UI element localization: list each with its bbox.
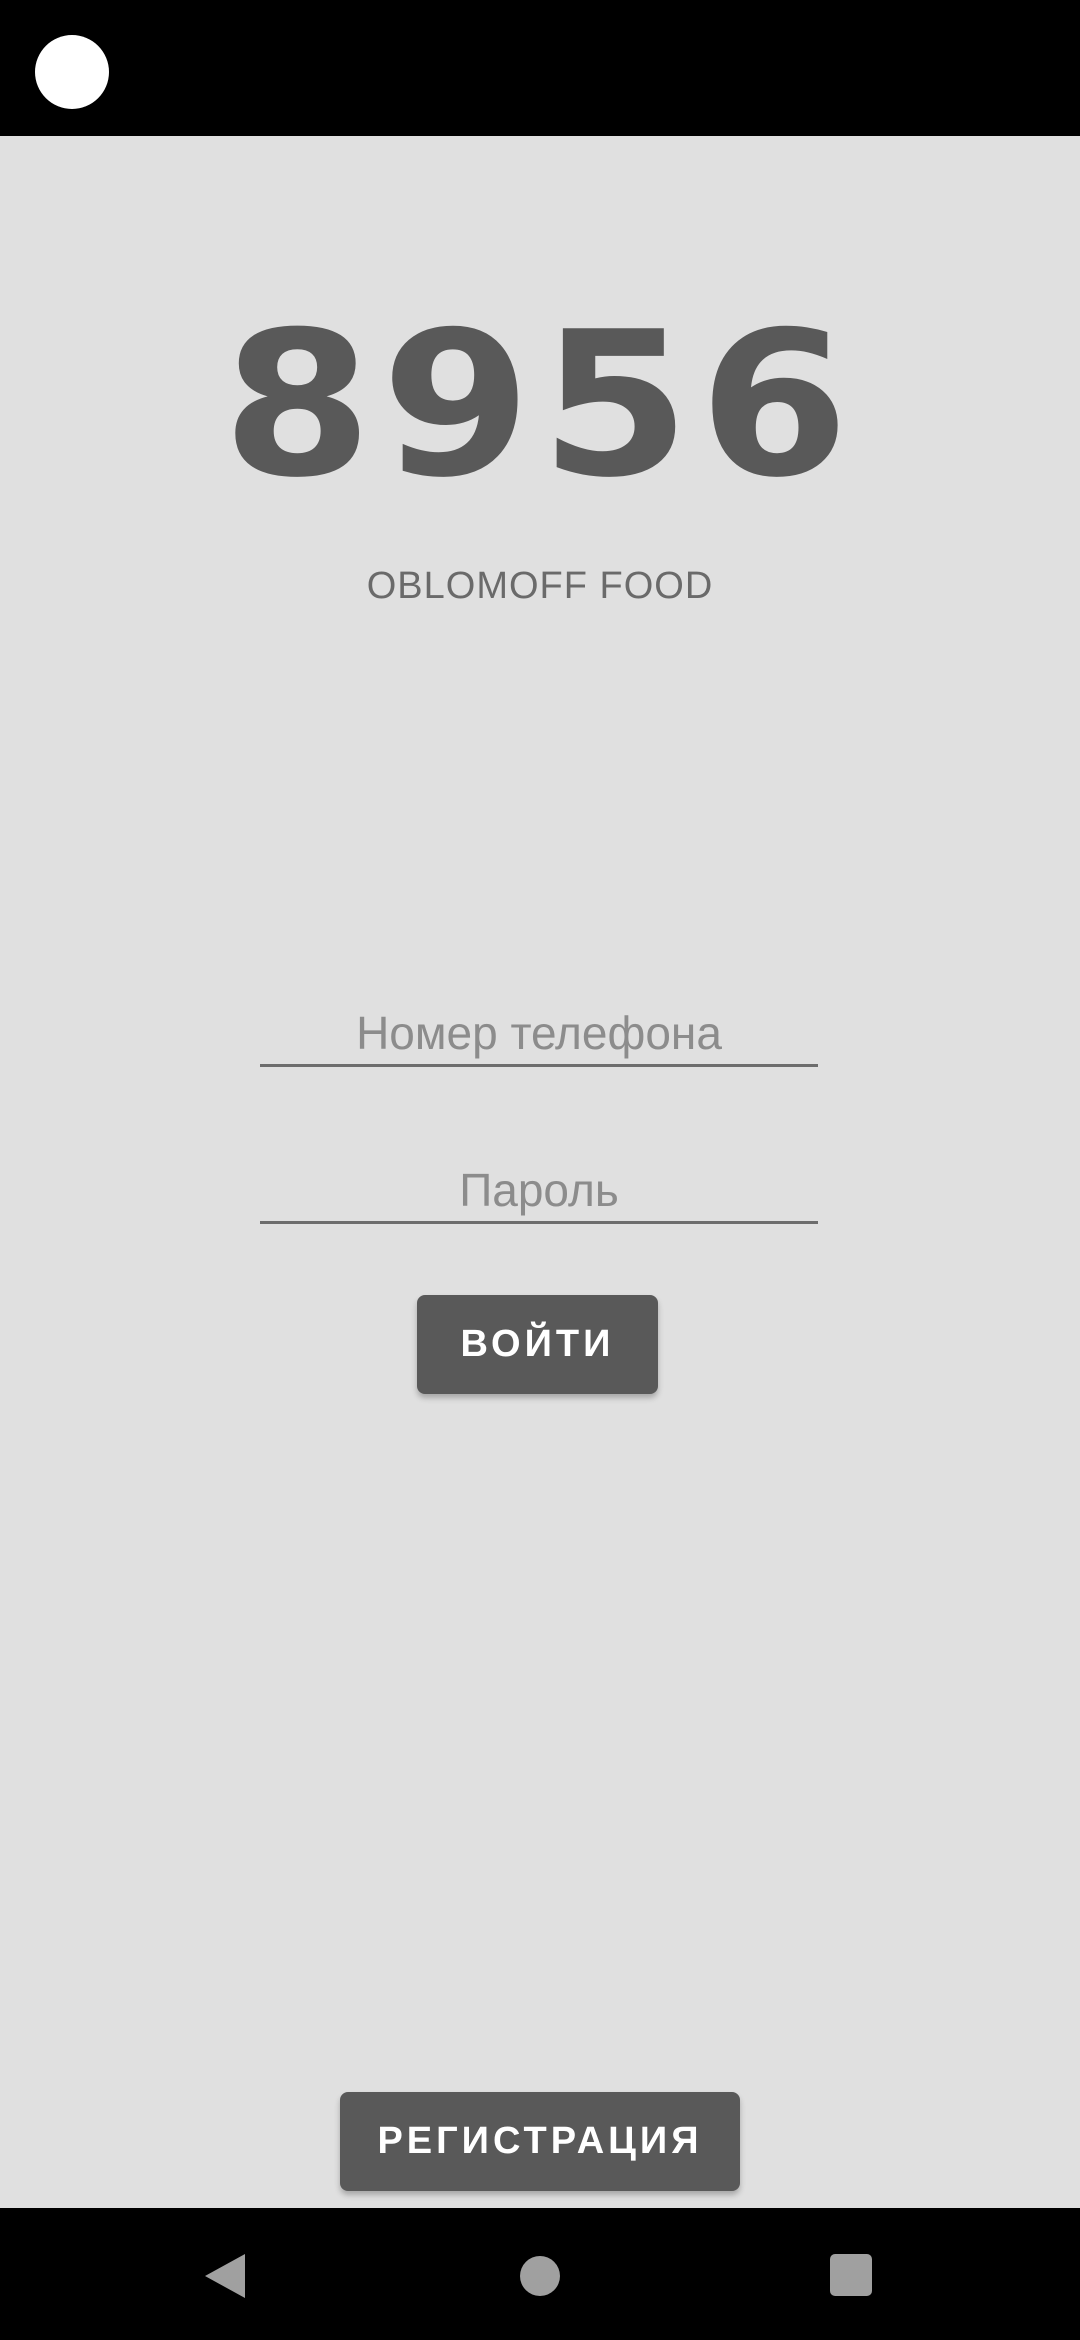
home-icon[interactable] <box>520 2256 560 2296</box>
back-icon[interactable] <box>205 2254 245 2298</box>
login-screen: 8956 OBLOMOFF FOOD ВОЙТИ РЕГИСТРАЦИЯ <box>0 136 1080 2208</box>
brand-name: OBLOMOFF FOOD <box>366 565 714 607</box>
recents-icon[interactable] <box>830 2254 872 2296</box>
camera-cutout <box>35 35 109 109</box>
password-input[interactable] <box>260 1159 818 1224</box>
register-button[interactable]: РЕГИСТРАЦИЯ <box>340 2092 740 2191</box>
login-button[interactable]: ВОЙТИ <box>417 1295 658 1394</box>
navigation-bar <box>0 2208 1080 2340</box>
app-screen: 8956 OBLOMOFF FOOD ВОЙТИ РЕГИСТРАЦИЯ <box>0 0 1080 2340</box>
app-logo: 8956 <box>222 289 858 522</box>
phone-input[interactable] <box>260 1002 818 1067</box>
status-bar <box>0 0 1080 136</box>
